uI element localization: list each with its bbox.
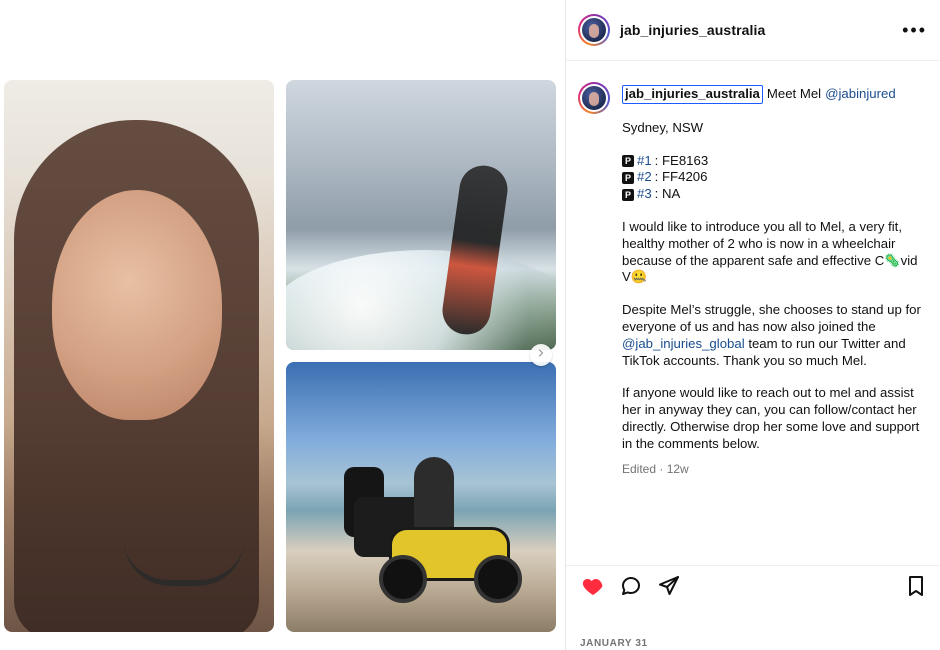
p-square-icon: P [622, 188, 634, 201]
post-header: jab_injuries_australia ••• [566, 0, 940, 61]
comment-button[interactable] [612, 570, 650, 608]
post-sidebar: jab_injuries_australia ••• jab_injuries_… [565, 0, 940, 650]
caption-area: jab_injuries_australia Meet Mel @jabinju… [566, 60, 940, 565]
more-options-button[interactable]: ••• [902, 20, 927, 41]
caption-row: jab_injuries_australia Meet Mel @jabinju… [578, 72, 927, 477]
caption-paragraph-2: Despite Mel’s struggle, she chooses to s… [622, 302, 922, 369]
caption-text: jab_injuries_australia Meet Mel @jabinju… [622, 72, 922, 477]
avatar[interactable] [578, 14, 610, 46]
caption-meta: Edited · 12w [622, 461, 689, 476]
lot-line: P #2 : FF4206 [622, 169, 922, 186]
face-shape [52, 190, 222, 420]
heart-icon [581, 574, 605, 603]
post-media [0, 0, 565, 650]
share-button[interactable] [650, 570, 688, 608]
caption-paragraph-2-mention[interactable]: @jab_injuries_global [622, 336, 745, 351]
caption-username[interactable]: jab_injuries_australia [622, 85, 763, 104]
avatar-ring [580, 84, 608, 112]
bookmark-icon [904, 574, 928, 603]
avatar-ring [580, 16, 608, 44]
photo-wheelchair [286, 362, 556, 632]
avatar-image [582, 18, 606, 42]
lot-value: : FE8163 [654, 152, 709, 168]
chevron-right-icon [535, 346, 547, 364]
lot-value: : FF4206 [654, 169, 708, 185]
wave-shape [286, 250, 556, 350]
p-square-icon: P [622, 171, 634, 184]
caption-lots: P #1 : FE8163 P #2 : FF4206 P #3 : NA [622, 153, 922, 203]
like-button[interactable] [574, 570, 612, 608]
lot-line: P #3 : NA [622, 186, 922, 203]
caption-paragraph-3: If anyone would like to reach out to mel… [622, 385, 920, 451]
avatar-image [582, 86, 606, 110]
mobility-scooter-shape [344, 457, 522, 603]
p-square-icon: P [622, 154, 634, 167]
header-username[interactable]: jab_injuries_australia [620, 22, 765, 38]
comment-icon [619, 574, 643, 603]
lot-label[interactable]: #3 [637, 186, 652, 203]
save-button[interactable] [897, 570, 935, 608]
scooter-wheel [379, 555, 427, 603]
lot-line: P #1 : FE8163 [622, 153, 922, 170]
photo-selfie [4, 80, 274, 632]
caption-paragraph-1: I would like to introduce you all to Mel… [622, 218, 918, 285]
lot-label[interactable]: #2 [637, 169, 652, 186]
caption-first-text: Meet Mel [766, 86, 822, 101]
scooter-wheel [474, 555, 522, 603]
caption-paragraph-2-before: Despite Mel’s struggle, she chooses to s… [622, 302, 921, 334]
caption-first-line: jab_injuries_australia Meet Mel @jabinju… [622, 85, 922, 104]
next-media-button[interactable] [530, 344, 552, 366]
caption-avatar[interactable] [578, 82, 610, 114]
photo-surfing [286, 80, 556, 350]
send-icon [657, 574, 681, 603]
lot-label[interactable]: #1 [637, 153, 652, 170]
left-actions [574, 570, 688, 608]
more-horizontal-icon: ••• [902, 19, 927, 40]
post-actions [566, 565, 940, 611]
post-date: JANUARY 31 [580, 638, 648, 649]
caption-mention[interactable]: @jabinjured [825, 86, 896, 103]
lot-value: : NA [654, 186, 681, 202]
caption-location: Sydney, NSW [622, 119, 704, 135]
